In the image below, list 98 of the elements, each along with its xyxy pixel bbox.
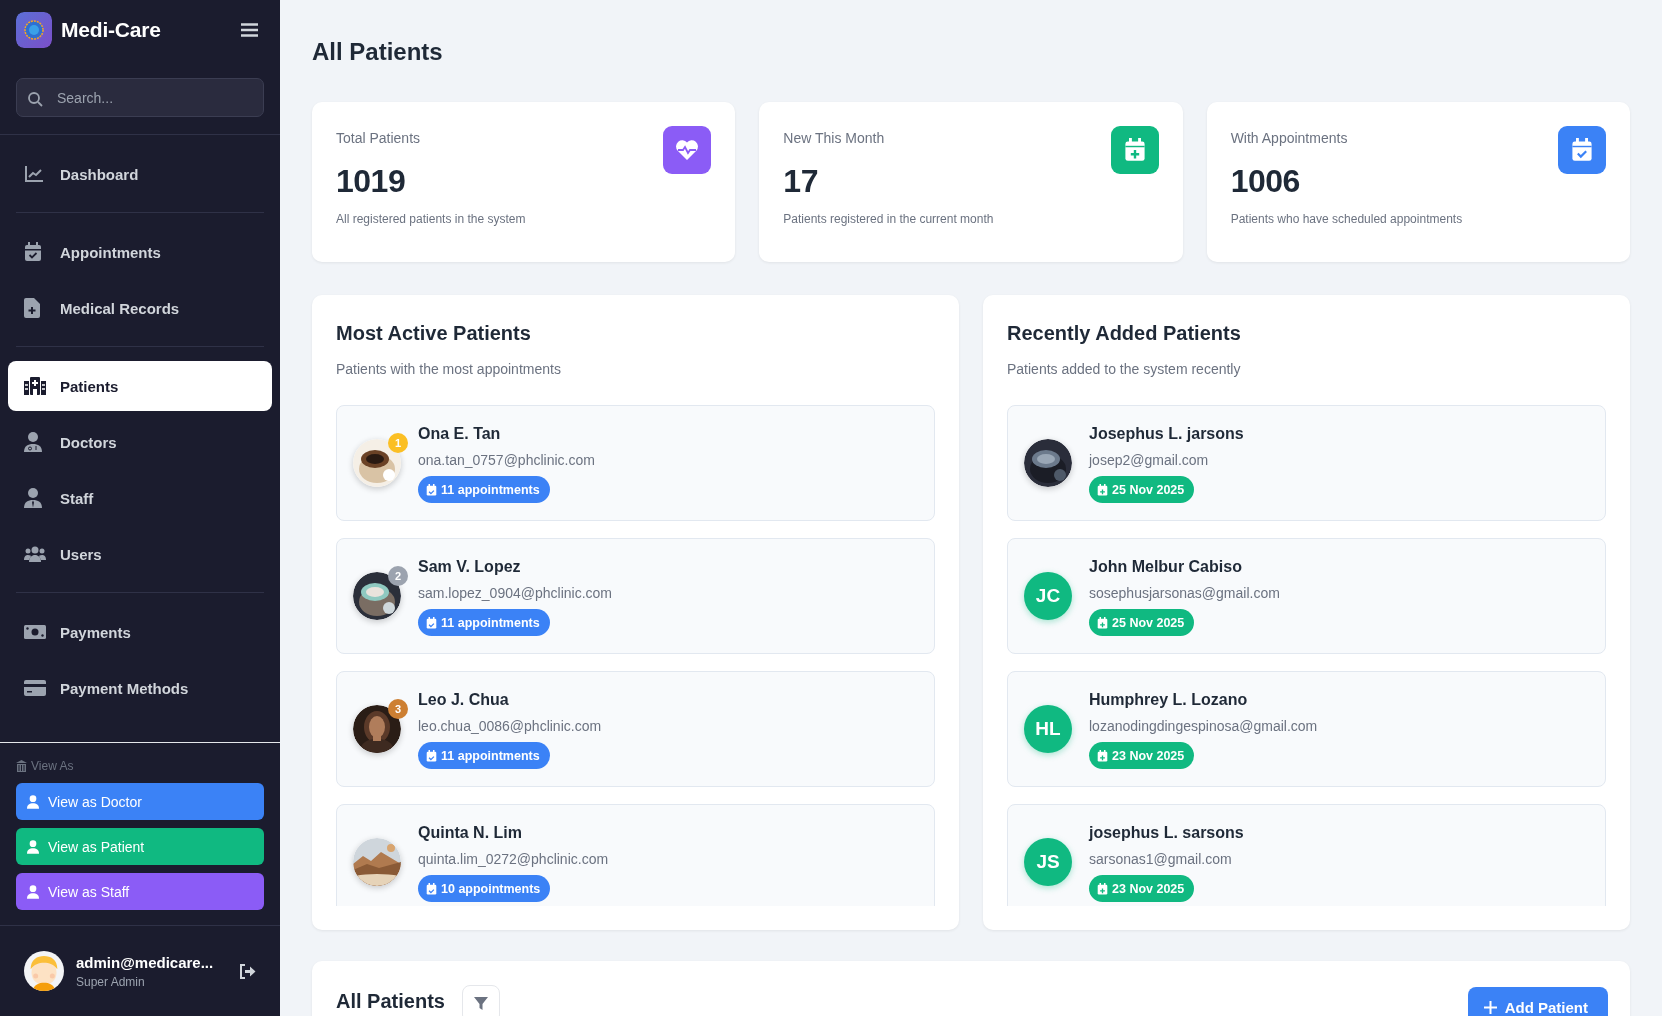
date-text: 23 Nov 2025 (1112, 881, 1185, 896)
cash-icon (24, 624, 46, 640)
filter-button[interactable] (461, 985, 500, 1016)
rank-badge: 1 (388, 433, 408, 453)
nav-item[interactable]: Medical Records (8, 280, 272, 336)
calendar-icon (426, 483, 437, 496)
user-role: Super Admin (76, 974, 146, 989)
appointment-count: 11 appointments (441, 748, 540, 763)
patient-email: sarsonas1@gmail.com (1089, 850, 1232, 869)
nav-item[interactable]: Doctors (8, 414, 272, 470)
person-icon (27, 884, 39, 899)
people-icon (24, 546, 46, 562)
stat-description: Patients who have scheduled appointments (1230, 211, 1464, 227)
search-field[interactable]: Search... (16, 78, 264, 117)
patient-name: Leo J. Chua (418, 690, 509, 710)
panel-subtitle: Patients added to the system recently (1007, 360, 1242, 379)
doctor-icon (24, 432, 42, 452)
logout-icon[interactable] (239, 963, 256, 979)
search-icon (28, 92, 43, 107)
page-title: All Patients (312, 37, 444, 67)
rank-badge: 3 (388, 699, 408, 719)
building-icon (16, 760, 27, 772)
stat-value: 1006 (1230, 162, 1301, 200)
calendar-icon (24, 242, 42, 262)
app-name: Medi-Care (61, 18, 162, 42)
calendar-icon (1097, 616, 1108, 629)
initials-avatar: JS (1024, 838, 1072, 886)
view-as-button[interactable]: View as Staff (16, 873, 264, 910)
person-icon (27, 794, 39, 809)
appointment-count: 11 appointments (441, 615, 540, 630)
person-icon (27, 839, 39, 854)
logo-icon (16, 12, 52, 48)
patient-name: Sam V. Lopez (418, 557, 521, 577)
card-icon (24, 680, 46, 696)
patient-card[interactable]: HL Humphrey L. Lozano lozanodingdingespinosa@gmail.com 23 Nov 2025 (1007, 671, 1606, 787)
patient-name: Quinta N. Lim (418, 823, 522, 843)
person-icon (24, 488, 42, 508)
stat-label: Total Patients (336, 129, 422, 148)
date-text: 25 Nov 2025 (1112, 482, 1185, 497)
calendar-icon (426, 882, 437, 895)
user-name: admin@medicare... (76, 953, 215, 971)
patient-email: josep2@gmail.com (1089, 451, 1209, 470)
stat-description: All registered patients in the system (336, 211, 527, 227)
date-text: 25 Nov 2025 (1112, 615, 1185, 630)
patient-email: ona.tan_0757@phclinic.com (418, 451, 595, 470)
patient-email: quinta.lim_0272@phclinic.com (418, 850, 609, 869)
patient-name: Josephus L. jarsons (1089, 424, 1244, 444)
stat-label: New This Month (783, 129, 886, 148)
patient-email: lozanodingdingespinosa@gmail.com (1089, 717, 1318, 736)
stat-value: 1019 (336, 162, 407, 200)
nav-item[interactable]: Payment Methods (8, 660, 272, 716)
date-text: 23 Nov 2025 (1112, 748, 1185, 763)
calendar-icon (426, 749, 437, 762)
patient-name: Ona E. Tan (418, 424, 501, 444)
nav-item[interactable]: Payments (8, 604, 272, 660)
initials-avatar: HL (1024, 705, 1072, 753)
patient-card[interactable]: 3 Leo J. Chua leo.chua_0086@phclinic.com 11 appointments (336, 671, 935, 787)
add-patient-button[interactable]: Add Patient (1467, 987, 1608, 1016)
filter-icon (473, 997, 488, 1011)
appointment-count: 10 appointments (441, 881, 541, 896)
panel-subtitle: Patients with the most appointments (336, 360, 562, 379)
stat-label: With Appointments (1230, 129, 1349, 148)
nav-item[interactable]: Dashboard (8, 146, 272, 202)
rank-badge: 2 (388, 566, 408, 586)
patient-card[interactable]: JC John Melbur Cabiso sosephusjarsonas@gmail.com 25 Nov 2025 (1007, 538, 1606, 654)
patient-email: sam.lopez_0904@phclinic.com (418, 584, 612, 603)
calendar-icon (1097, 483, 1108, 496)
hospital-icon (24, 377, 46, 395)
plus-icon (1483, 1000, 1497, 1014)
patient-name: Humphrey L. Lozano (1089, 690, 1248, 710)
chart-icon (24, 165, 44, 183)
patient-name: John Melbur Cabiso (1089, 557, 1242, 577)
nav-item[interactable]: Patients (8, 361, 272, 411)
stat-description: Patients registered in the current month (783, 211, 995, 227)
patient-email: sosephusjarsonas@gmail.com (1089, 584, 1280, 603)
patient-card[interactable]: JS josephus L. sarsons sarsonas1@gmail.com 23 Nov 2025 (1007, 804, 1606, 906)
appointment-count: 11 appointments (441, 482, 540, 497)
menu-icon[interactable] (241, 23, 258, 37)
calendar-icon (1097, 882, 1108, 895)
calendar-icon (426, 616, 437, 629)
patient-card[interactable]: 2 Sam V. Lopez sam.lopez_0904@phclinic.com 11 appointments (336, 538, 935, 654)
document-icon (24, 298, 40, 318)
stat-value: 17 (783, 162, 819, 200)
table-title: All Patients (336, 990, 445, 1013)
nav-item[interactable]: Appointments (8, 224, 272, 280)
patient-email: leo.chua_0086@phclinic.com (418, 717, 602, 736)
nav-item[interactable]: Staff (8, 470, 272, 526)
patient-card[interactable]: 1 Ona E. Tan ona.tan_0757@phclinic.com 11 appointments (336, 405, 935, 521)
calendar-icon (1097, 749, 1108, 762)
view-as-label: View As (31, 759, 74, 773)
patient-card[interactable]: Josephus L. jarsons josep2@gmail.com 25 Nov 2025 (1007, 405, 1606, 521)
panel-title: Most Active Patients (336, 321, 532, 346)
nav-item[interactable]: Users (8, 526, 272, 582)
patient-name: josephus L. sarsons (1089, 823, 1244, 843)
view-as-button[interactable]: View as Doctor (16, 783, 264, 820)
initials-avatar: JC (1024, 572, 1072, 620)
patient-card[interactable]: Quinta N. Lim quinta.lim_0272@phclinic.com 10 appointments (336, 804, 935, 906)
panel-title: Recently Added Patients (1007, 321, 1242, 346)
